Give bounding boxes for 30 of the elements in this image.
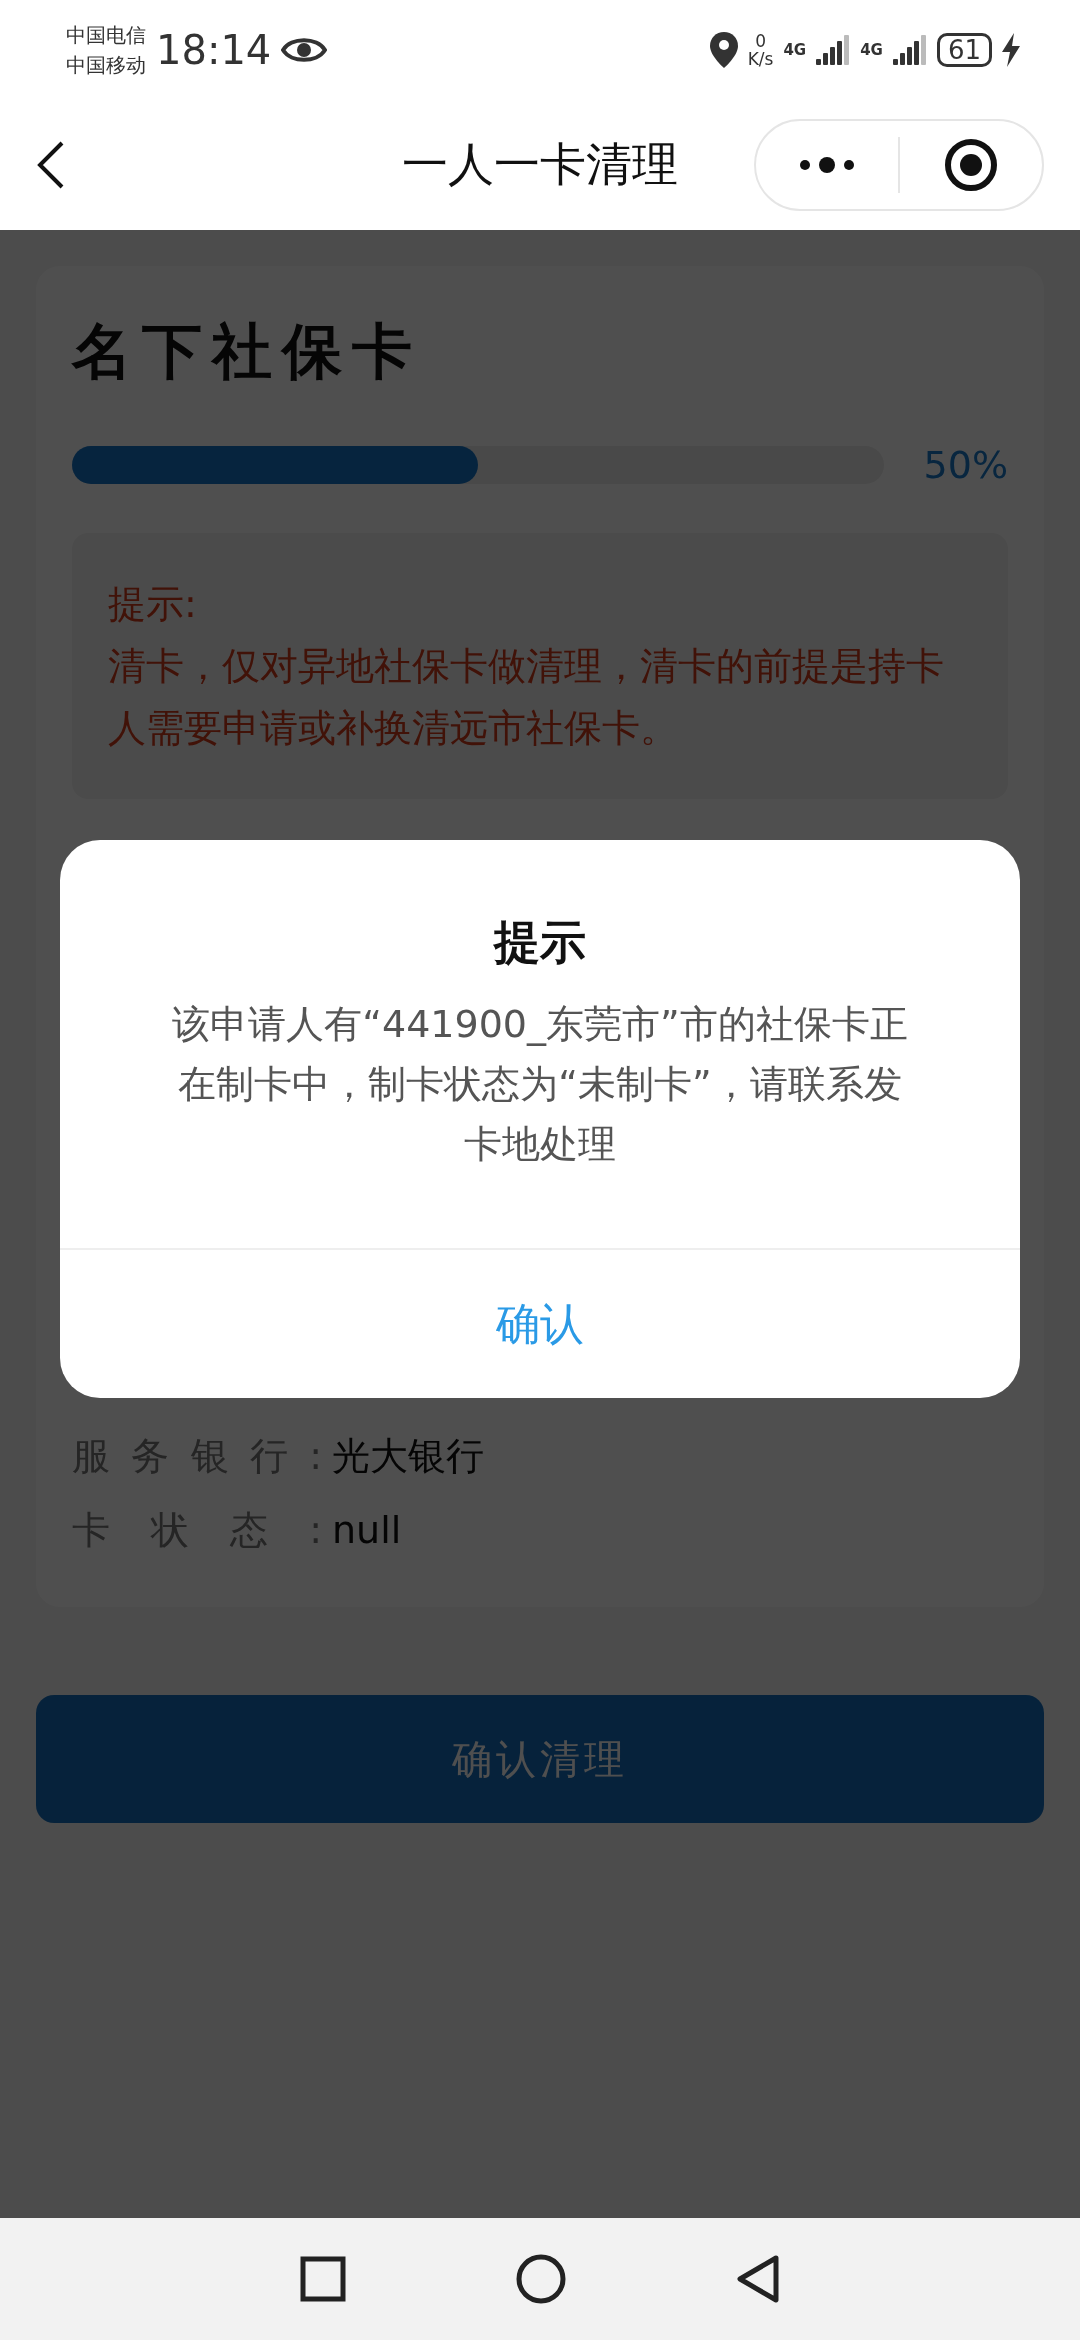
clock-time: 18:14 [156,27,272,73]
dialog-confirm-button[interactable]: 确认 [60,1250,1020,1398]
carrier-name: 中国移动 [66,52,146,79]
field-value: null [332,1508,402,1552]
speed-unit: K/s [747,50,774,68]
square-icon[interactable] [300,2256,346,2302]
circle-icon[interactable] [516,2254,566,2304]
signal-icon [892,35,927,65]
back-triangle-icon[interactable] [736,2254,780,2304]
progress-label: 50% [923,443,1008,487]
more-icon[interactable] [797,155,857,175]
battery-level: 61 [936,33,992,67]
speed-value: 0 [755,32,766,50]
page-title: 一人一卡清理 [402,136,678,193]
confirm-clear-button[interactable]: 确认清理 [36,1695,1044,1823]
signal-icon [816,35,851,65]
location-icon [709,32,738,68]
notice-heading: 提示: [108,581,198,628]
network-type: 4G [860,41,883,59]
carrier-name: 中国电信 [66,22,146,49]
network-type: 4G [783,41,807,59]
back-icon[interactable] [36,140,66,190]
card-title: 名下社保卡 [72,315,423,388]
field-value: 光大银行 [332,1432,484,1480]
eye-icon [281,35,328,65]
target-icon[interactable] [944,138,998,192]
notice-text: 清卡，仅对异地社保卡做清理，清卡的前提是持卡人需要申请或补换清远市社保卡。 [108,643,945,752]
charging-icon [1002,33,1020,67]
dialog-message: 该申请人有“441900_东莞市”市的社保卡正在制卡中，制卡状态为“未制卡”，请联系发卡地处理 [171,1001,909,1168]
dialog-title: 提示 [494,914,586,971]
